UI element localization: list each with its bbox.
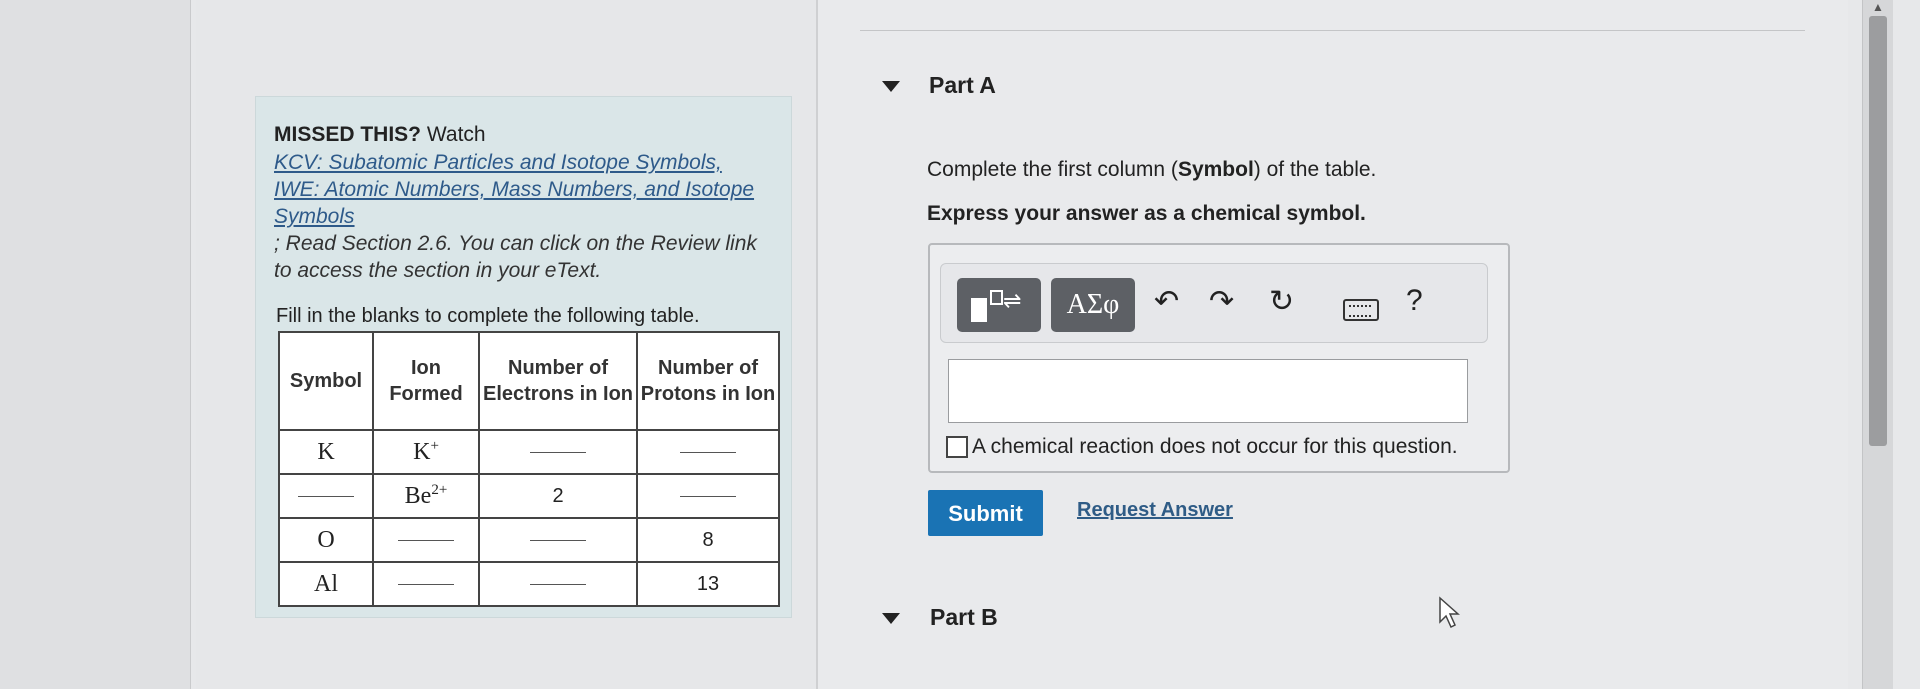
reset-icon[interactable]: ↻ [1269, 284, 1294, 319]
cell-symbol: Al [278, 561, 374, 607]
cell-ion-blank [372, 517, 480, 563]
cell-electrons-blank [478, 429, 638, 475]
cell-ion: K+ [372, 429, 480, 475]
redo-icon[interactable]: ↷ [1209, 284, 1234, 319]
review-note: ; Read Section 2.6. You can click on the… [274, 232, 757, 282]
link-iwe-atomic-numbers[interactable]: IWE: Atomic Numbers, Mass Numbers, and I… [274, 176, 774, 230]
no-reaction-checkbox-row[interactable]: A chemical reaction does not occur for t… [946, 435, 1458, 459]
cell-protons: 8 [636, 517, 780, 563]
part-b-title[interactable]: Part B [930, 604, 998, 631]
missed-this-heading: MISSED THIS? Watch [274, 123, 486, 146]
cell-symbol-blank [278, 473, 374, 519]
cell-electrons-blank [478, 561, 638, 607]
header-symbol: Symbol [278, 331, 374, 431]
header-electrons: Number of Electrons in Ion [478, 331, 638, 431]
templates-icon [971, 298, 987, 322]
greek-symbols-button[interactable]: ΑΣφ [1051, 278, 1135, 332]
cell-protons: 13 [636, 561, 780, 607]
table-row: K K+ [278, 429, 780, 475]
templates-button[interactable]: ⇌ [957, 278, 1041, 332]
help-icon[interactable]: ? [1406, 284, 1423, 318]
answer-format-hint: Express your answer as a chemical symbol… [927, 202, 1366, 225]
table-header-row: Symbol Ion Formed Number of Electrons in… [278, 331, 780, 431]
header-ion-formed: Ion Formed [372, 331, 480, 431]
no-reaction-checkbox[interactable] [946, 436, 968, 458]
part-b-collapse-icon[interactable] [882, 613, 900, 624]
answer-input[interactable] [948, 359, 1468, 423]
cell-protons-blank [636, 473, 780, 519]
cell-electrons: 2 [478, 473, 638, 519]
resource-links: KCV: Subatomic Particles and Isotope Sym… [274, 149, 774, 284]
cell-protons-blank [636, 429, 780, 475]
answer-area: ⇌ ΑΣφ ↶ ↷ ↻ ? A chemical reaction does n… [928, 243, 1510, 473]
cell-ion-blank [372, 561, 480, 607]
part-a-title[interactable]: Part A [929, 72, 996, 99]
undo-icon[interactable]: ↶ [1154, 284, 1179, 319]
no-reaction-label: A chemical reaction does not occur for t… [972, 435, 1458, 458]
request-answer-link[interactable]: Request Answer [1077, 499, 1233, 522]
part-a-instruction: Complete the first column (Symbol) of th… [927, 158, 1377, 181]
part-a-collapse-icon[interactable] [882, 81, 900, 92]
table-row: Al 13 [278, 561, 780, 607]
header-protons: Number of Protons in Ion [636, 331, 780, 431]
missed-this-box: MISSED THIS? Watch KCV: Subatomic Partic… [255, 96, 792, 618]
scrollbar[interactable]: ▲ [1862, 0, 1893, 689]
scroll-up-icon[interactable]: ▲ [1872, 0, 1884, 14]
mouse-cursor-icon [1439, 596, 1460, 629]
table-instruction: Fill in the blanks to complete the follo… [276, 305, 700, 327]
top-divider [860, 30, 1805, 31]
ion-table: Symbol Ion Formed Number of Electrons in… [278, 331, 780, 607]
cell-ion: Be2+ [372, 473, 480, 519]
keyboard-icon[interactable] [1343, 299, 1379, 321]
link-kcv-subatomic[interactable]: KCV: Subatomic Particles and Isotope Sym… [274, 149, 774, 176]
cell-symbol: K [278, 429, 374, 475]
math-toolbar: ⇌ ΑΣφ ↶ ↷ ↻ ? [940, 263, 1488, 343]
table-row: Be2+ 2 [278, 473, 780, 519]
table-row: O 8 [278, 517, 780, 563]
scrollbar-thumb[interactable] [1869, 16, 1887, 446]
cell-symbol: O [278, 517, 374, 563]
left-margin [0, 0, 191, 689]
cell-electrons-blank [478, 517, 638, 563]
submit-button[interactable]: Submit [928, 490, 1043, 536]
